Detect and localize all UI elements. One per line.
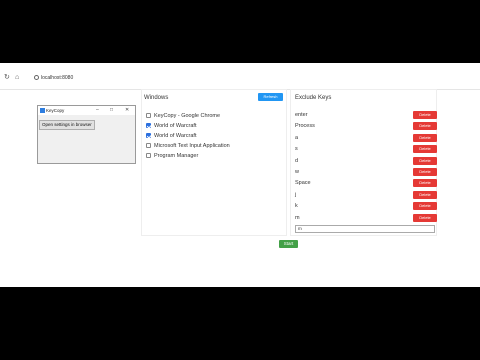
window-item[interactable]: Microsoft Text Input Application: [146, 143, 230, 150]
exclude-key-row: j Delete: [295, 190, 437, 200]
url-text: localhost:8080: [41, 75, 74, 81]
exclude-key-row: s Delete: [295, 145, 437, 154]
exclude-key-input[interactable]: m: [295, 225, 435, 233]
exclude-key-label: Process: [295, 123, 315, 130]
exclude-key-label: enter: [295, 112, 308, 118]
exclude-keys-panel: Exclude Keys enter Delete Process Delete a De…: [290, 89, 437, 236]
keycopy-title: KeyCopy: [46, 108, 65, 113]
start-button[interactable]: Start: [279, 240, 298, 248]
window-checkbox[interactable]: [146, 123, 151, 128]
exclude-key-row: Process Delete: [295, 122, 437, 131]
exclude-key-row: a Delete: [295, 133, 437, 143]
delete-button[interactable]: Delete: [413, 133, 437, 142]
exclude-key-label: s: [295, 146, 298, 153]
window-item-label: World of Warcraft: [154, 123, 197, 129]
window-item[interactable]: World of Warcraft: [146, 133, 196, 140]
keycopy-window: KeyCopy – □ ✕ Open settings in browser: [37, 105, 136, 164]
info-icon: [34, 75, 39, 80]
delete-button[interactable]: Delete: [413, 202, 437, 211]
delete-button[interactable]: Delete: [413, 145, 437, 154]
exclude-key-row: d Delete: [295, 156, 437, 166]
refresh-button[interactable]: Refresh: [258, 93, 283, 101]
window-item[interactable]: Program Manager: [146, 153, 198, 160]
window-item-label: Program Manager: [154, 153, 199, 159]
exclude-keys-title: Exclude Keys: [295, 95, 332, 101]
delete-button[interactable]: Delete: [413, 156, 437, 165]
windows-panel-title: Windows: [144, 95, 169, 101]
home-icon[interactable]: ⌂: [15, 74, 19, 82]
exclude-key-label: w: [295, 169, 299, 175]
maximize-icon[interactable]: □: [110, 106, 113, 115]
window-checkbox[interactable]: [146, 153, 151, 158]
delete-button[interactable]: Delete: [413, 179, 437, 188]
url-field[interactable]: localhost:8080: [34, 74, 73, 82]
window-item-label: Microsoft Text Input Application: [154, 143, 230, 149]
window-checkbox[interactable]: [146, 113, 151, 118]
exclude-key-label: k: [295, 203, 298, 210]
close-icon[interactable]: ✕: [125, 106, 129, 115]
minimize-icon[interactable]: –: [96, 106, 99, 115]
exclude-key-label: a: [295, 134, 299, 141]
delete-button[interactable]: Delete: [413, 213, 437, 222]
reload-icon[interactable]: ↻: [4, 74, 10, 82]
delete-button[interactable]: Delete: [413, 122, 437, 131]
exclude-key-label: Space: [295, 180, 311, 187]
windows-panel: Windows Refresh KeyCopy - Google Chrome W…: [141, 89, 287, 236]
window-checkbox[interactable]: [146, 143, 151, 148]
delete-button[interactable]: Delete: [413, 168, 437, 176]
open-settings-button[interactable]: Open settings in browser: [39, 120, 95, 130]
exclude-key-row: m Delete: [295, 213, 437, 223]
window-checkbox[interactable]: [146, 133, 151, 138]
exclude-key-row: enter Delete: [295, 111, 437, 120]
app-icon: [40, 108, 45, 113]
window-item-label: KeyCopy - Google Chrome: [154, 113, 221, 119]
exclude-key-row: k Delete: [295, 202, 437, 211]
keycopy-titlebar: KeyCopy – □ ✕: [38, 106, 135, 115]
exclude-key-label: j: [295, 191, 297, 198]
window-item[interactable]: KeyCopy - Google Chrome: [146, 113, 220, 120]
delete-button[interactable]: Delete: [413, 111, 437, 119]
exclude-key-row: Space Delete: [295, 179, 437, 188]
exclude-key-label: d: [295, 157, 299, 164]
delete-button[interactable]: Delete: [413, 190, 437, 199]
window-item-label: World of Warcraft: [154, 133, 197, 139]
exclude-key-label: m: [295, 214, 300, 221]
exclude-key-row: w Delete: [295, 168, 437, 177]
window-item[interactable]: World of Warcraft: [146, 123, 196, 130]
